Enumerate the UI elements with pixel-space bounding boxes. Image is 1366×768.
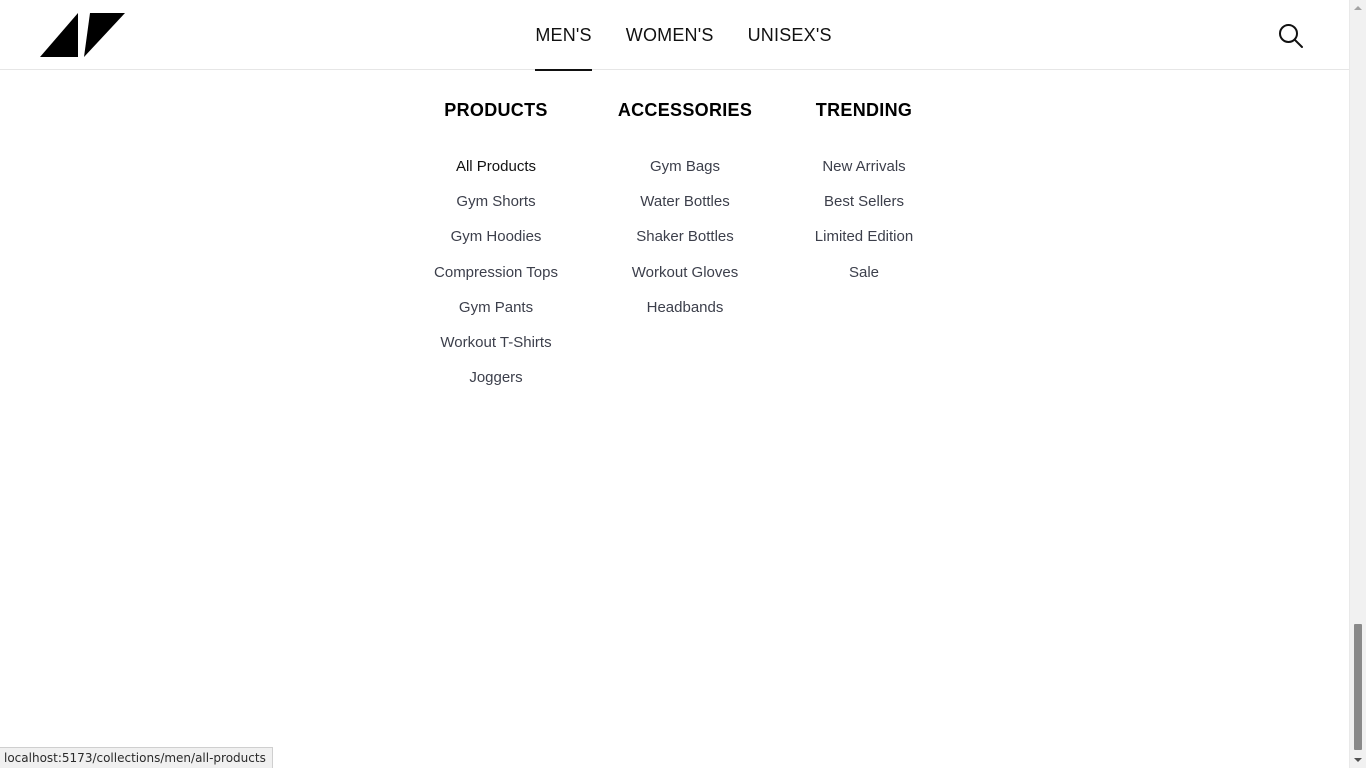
menu-link-new-arrivals[interactable]: New Arrivals bbox=[784, 149, 944, 184]
link-list: New Arrivals Best Sellers Limited Editio… bbox=[784, 149, 944, 290]
scroll-down-arrow-icon[interactable] bbox=[1354, 758, 1362, 762]
mega-column-trending: TRENDING New Arrivals Best Sellers Limit… bbox=[784, 100, 944, 290]
menu-link-gym-shorts[interactable]: Gym Shorts bbox=[416, 184, 576, 219]
link-list: All Products Gym Shorts Gym Hoodies Comp… bbox=[416, 149, 576, 395]
menu-link-compression-tops[interactable]: Compression Tops bbox=[416, 255, 576, 290]
site-header: MEN'S WOMEN'S UNISEX'S bbox=[0, 0, 1349, 71]
column-heading: ACCESSORIES bbox=[617, 100, 753, 120]
menu-link-workout-t-shirts[interactable]: Workout T-Shirts bbox=[416, 325, 576, 360]
menu-link-sale[interactable]: Sale bbox=[784, 255, 944, 290]
mega-menu: PRODUCTS All Products Gym Shorts Gym Hoo… bbox=[0, 71, 1349, 391]
nav-item-mens[interactable]: MEN'S bbox=[535, 0, 593, 71]
column-heading: TRENDING bbox=[815, 100, 913, 120]
menu-link-headbands[interactable]: Headbands bbox=[605, 290, 765, 325]
scroll-up-arrow-icon[interactable] bbox=[1354, 6, 1362, 10]
menu-link-gym-bags[interactable]: Gym Bags bbox=[605, 149, 765, 184]
column-heading: PRODUCTS bbox=[444, 100, 548, 120]
mega-column-products: PRODUCTS All Products Gym Shorts Gym Hoo… bbox=[416, 100, 576, 395]
nav-item-label: WOMEN'S bbox=[625, 24, 714, 45]
menu-link-limited-edition[interactable]: Limited Edition bbox=[784, 219, 944, 254]
menu-link-gym-pants[interactable]: Gym Pants bbox=[416, 290, 576, 325]
link-list: Gym Bags Water Bottles Shaker Bottles Wo… bbox=[605, 149, 765, 325]
page: MEN'S WOMEN'S UNISEX'S PRODUCTS All Prod… bbox=[0, 0, 1349, 768]
status-bar-url: localhost:5173/collections/men/all-produ… bbox=[0, 747, 273, 768]
nav-item-unisex[interactable]: UNISEX'S bbox=[748, 0, 832, 70]
menu-link-joggers[interactable]: Joggers bbox=[416, 360, 576, 395]
scrollbar-thumb[interactable] bbox=[1354, 624, 1362, 750]
menu-link-best-sellers[interactable]: Best Sellers bbox=[784, 184, 944, 219]
nav-item-womens[interactable]: WOMEN'S bbox=[626, 0, 714, 70]
menu-link-water-bottles[interactable]: Water Bottles bbox=[605, 184, 765, 219]
nav-item-label: MEN'S bbox=[535, 24, 592, 45]
menu-link-workout-gloves[interactable]: Workout Gloves bbox=[605, 255, 765, 290]
menu-link-gym-hoodies[interactable]: Gym Hoodies bbox=[416, 219, 576, 254]
menu-link-all-products[interactable]: All Products bbox=[416, 149, 576, 184]
search-icon[interactable] bbox=[1278, 23, 1304, 49]
nav-item-label: UNISEX'S bbox=[747, 24, 832, 45]
menu-link-shaker-bottles[interactable]: Shaker Bottles bbox=[605, 219, 765, 254]
main-nav: MEN'S WOMEN'S UNISEX'S bbox=[0, 0, 1349, 71]
mega-column-accessories: ACCESSORIES Gym Bags Water Bottles Shake… bbox=[605, 100, 765, 325]
vertical-scrollbar[interactable] bbox=[1349, 0, 1366, 768]
